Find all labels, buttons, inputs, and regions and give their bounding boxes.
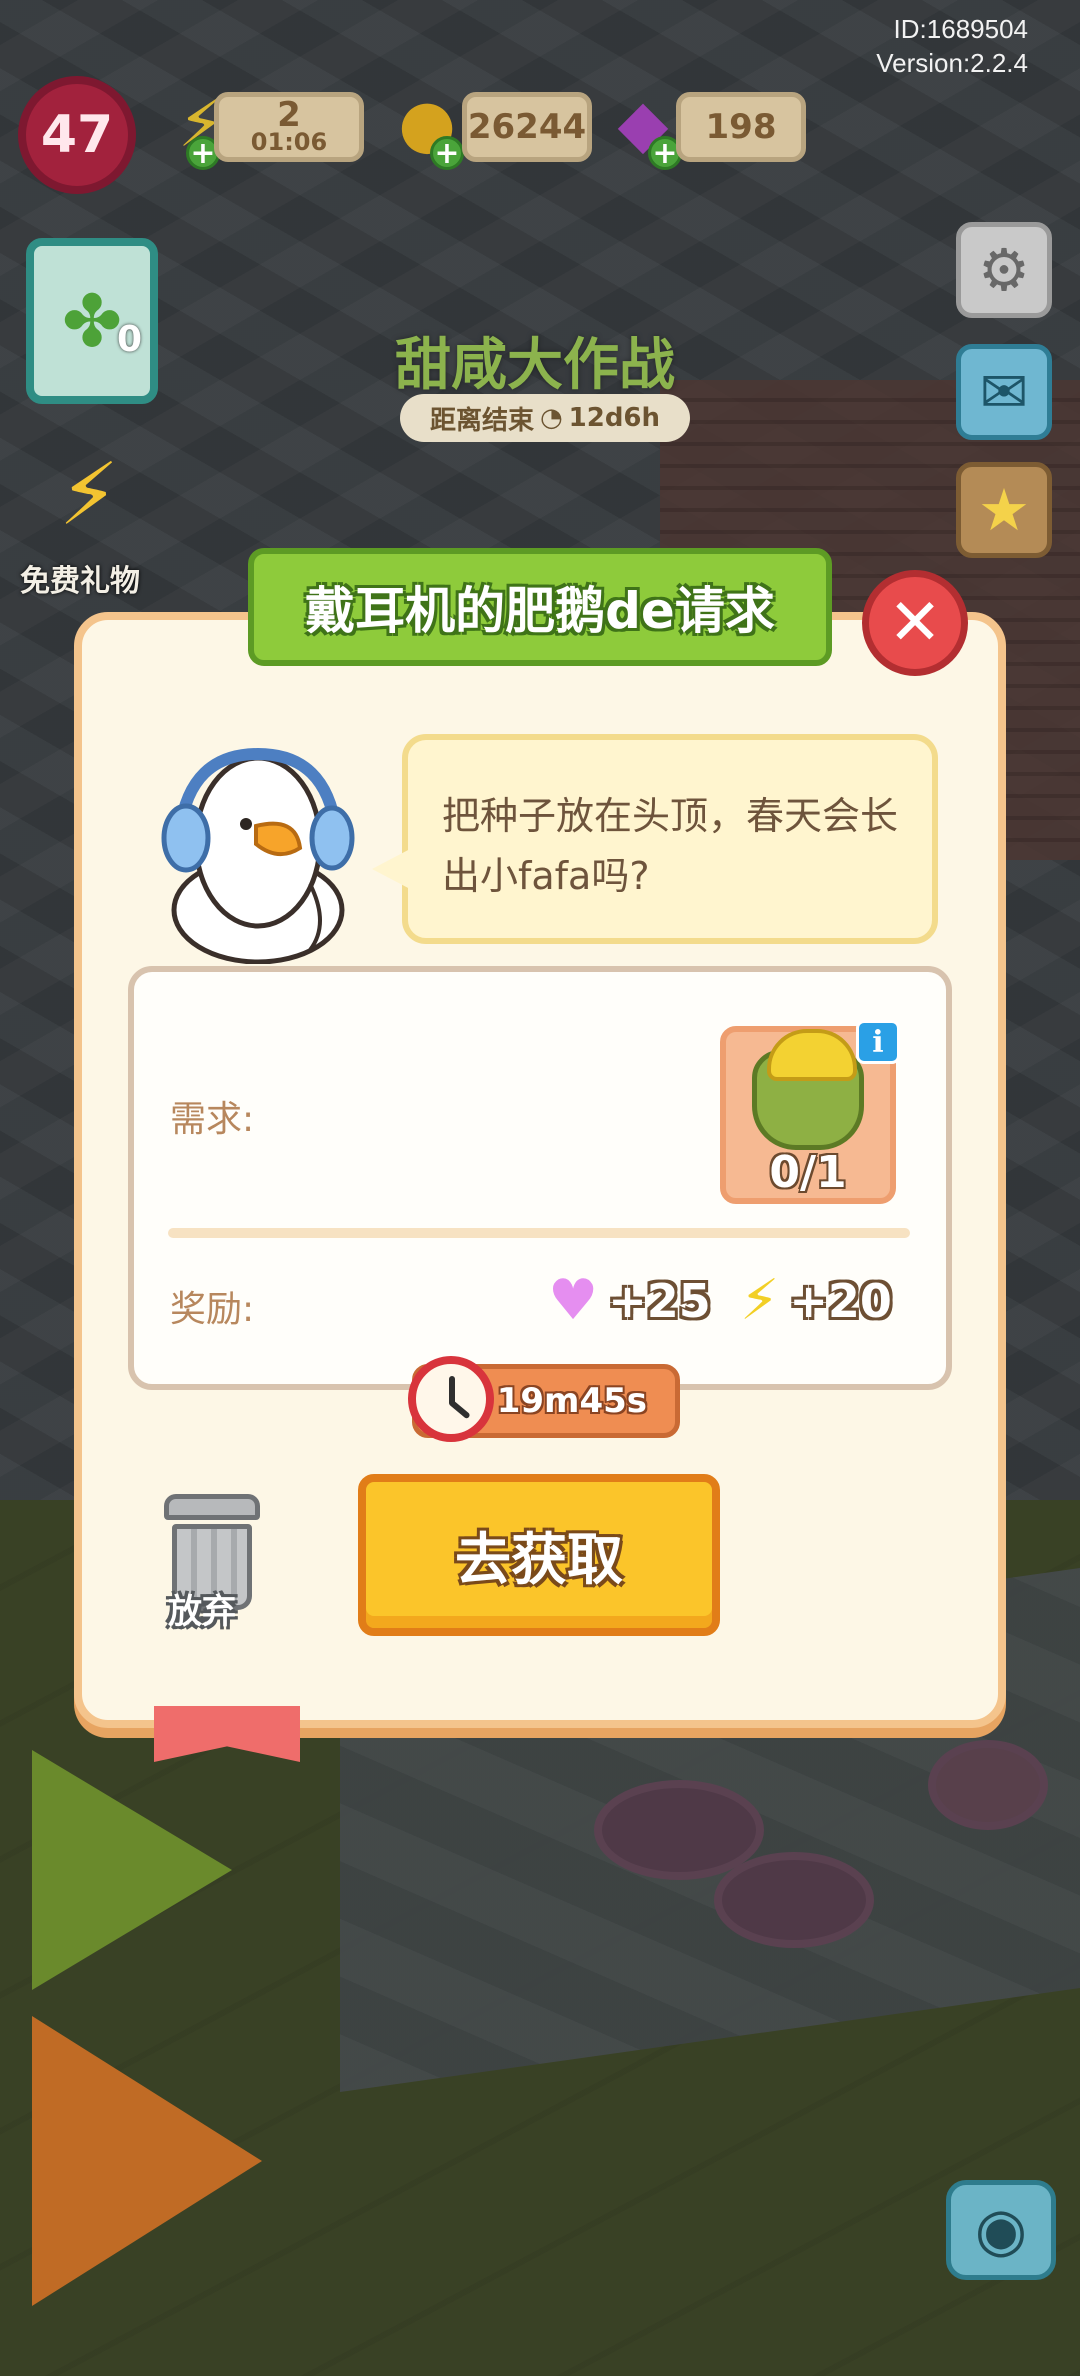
dialog-title-ribbon: 戴耳机的肥鹅de请求 [248,548,832,666]
required-item-count: 0/1 [769,1147,847,1198]
speech-bubble: 把种子放在头顶，春天会长出小fafa吗? [402,734,938,944]
camera-button[interactable]: ◉ [946,2180,1056,2280]
level-badge[interactable]: 47 [18,76,136,194]
player-id: ID:1689504 [893,14,1028,44]
free-gift-label: 免费礼物 [20,564,140,599]
seed-sack-icon [752,1029,864,1150]
trash-lid [164,1494,260,1520]
heart-icon: ♥ [548,1268,599,1333]
energy-value: 2 [277,95,301,135]
event-countdown: 距离结束 ◔ 12d6h [400,394,690,442]
camera-icon: ◉ [974,2195,1028,2265]
go-get-label: 去获取 [455,1527,623,1593]
gem-value: 198 [705,107,777,147]
item-info-button[interactable]: i [856,1020,900,1064]
reward-energy-value: +20 [789,1274,892,1328]
gear-icon: ⚙ [978,236,1030,304]
requirement-label: 需求: [170,1099,255,1140]
free-gift-icon[interactable]: ⚡ [26,440,152,550]
tasks-card-button[interactable]: ✤ 0 [26,238,158,404]
energy-counter: 2 01:06 [214,92,364,162]
event-countdown-label: 距离结束 [429,405,534,436]
build-info: ID:1689504 Version:2.2.4 [876,12,1028,80]
reward-energy: ⚡ +20 [740,1266,892,1336]
clock-icon: ◔ [539,403,563,433]
achievement-button[interactable]: ★ [956,462,1052,558]
mail-icon: ✉ [979,358,1029,426]
close-button[interactable]: ✕ [862,570,968,676]
go-get-button[interactable]: 去获取 [358,1474,720,1636]
abandon-label[interactable]: 放弃 [168,1584,236,1633]
clover-icon: ✤ [61,279,123,363]
event-countdown-value: 12d6h [568,403,661,433]
reward-heart-value: +25 [608,1274,711,1328]
dialog-title: 戴耳机的肥鹅de请求 [305,582,775,640]
goose-character [161,747,355,964]
request-timer-text: 19m45s [496,1381,647,1421]
speech-text: 把种子放在头顶，春天会长出小fafa吗? [442,794,899,898]
add-coins-button[interactable]: + [430,136,464,171]
close-icon: ✕ [888,586,942,660]
reward-label: 奖励: [170,1289,255,1330]
mail-button[interactable]: ✉ [956,344,1052,440]
version-text: Version:2.2.4 [876,48,1028,78]
panel-divider [168,1228,910,1238]
lightning-icon: ⚡ [740,1268,780,1333]
coin-value: 26244 [467,107,587,147]
gem-counter: 198 [676,92,806,162]
event-banner-title[interactable]: 甜咸大作战 [380,320,690,401]
energy-timer: 01:06 [250,128,328,156]
settings-button[interactable]: ⚙ [956,222,1052,318]
tasks-card-badge: 0 [116,319,142,360]
coin-counter: 26244 [462,92,592,162]
medal-icon: ★ [978,476,1030,544]
alarm-clock-icon [408,1356,494,1442]
reward-heart: ♥ +25 [548,1266,711,1336]
